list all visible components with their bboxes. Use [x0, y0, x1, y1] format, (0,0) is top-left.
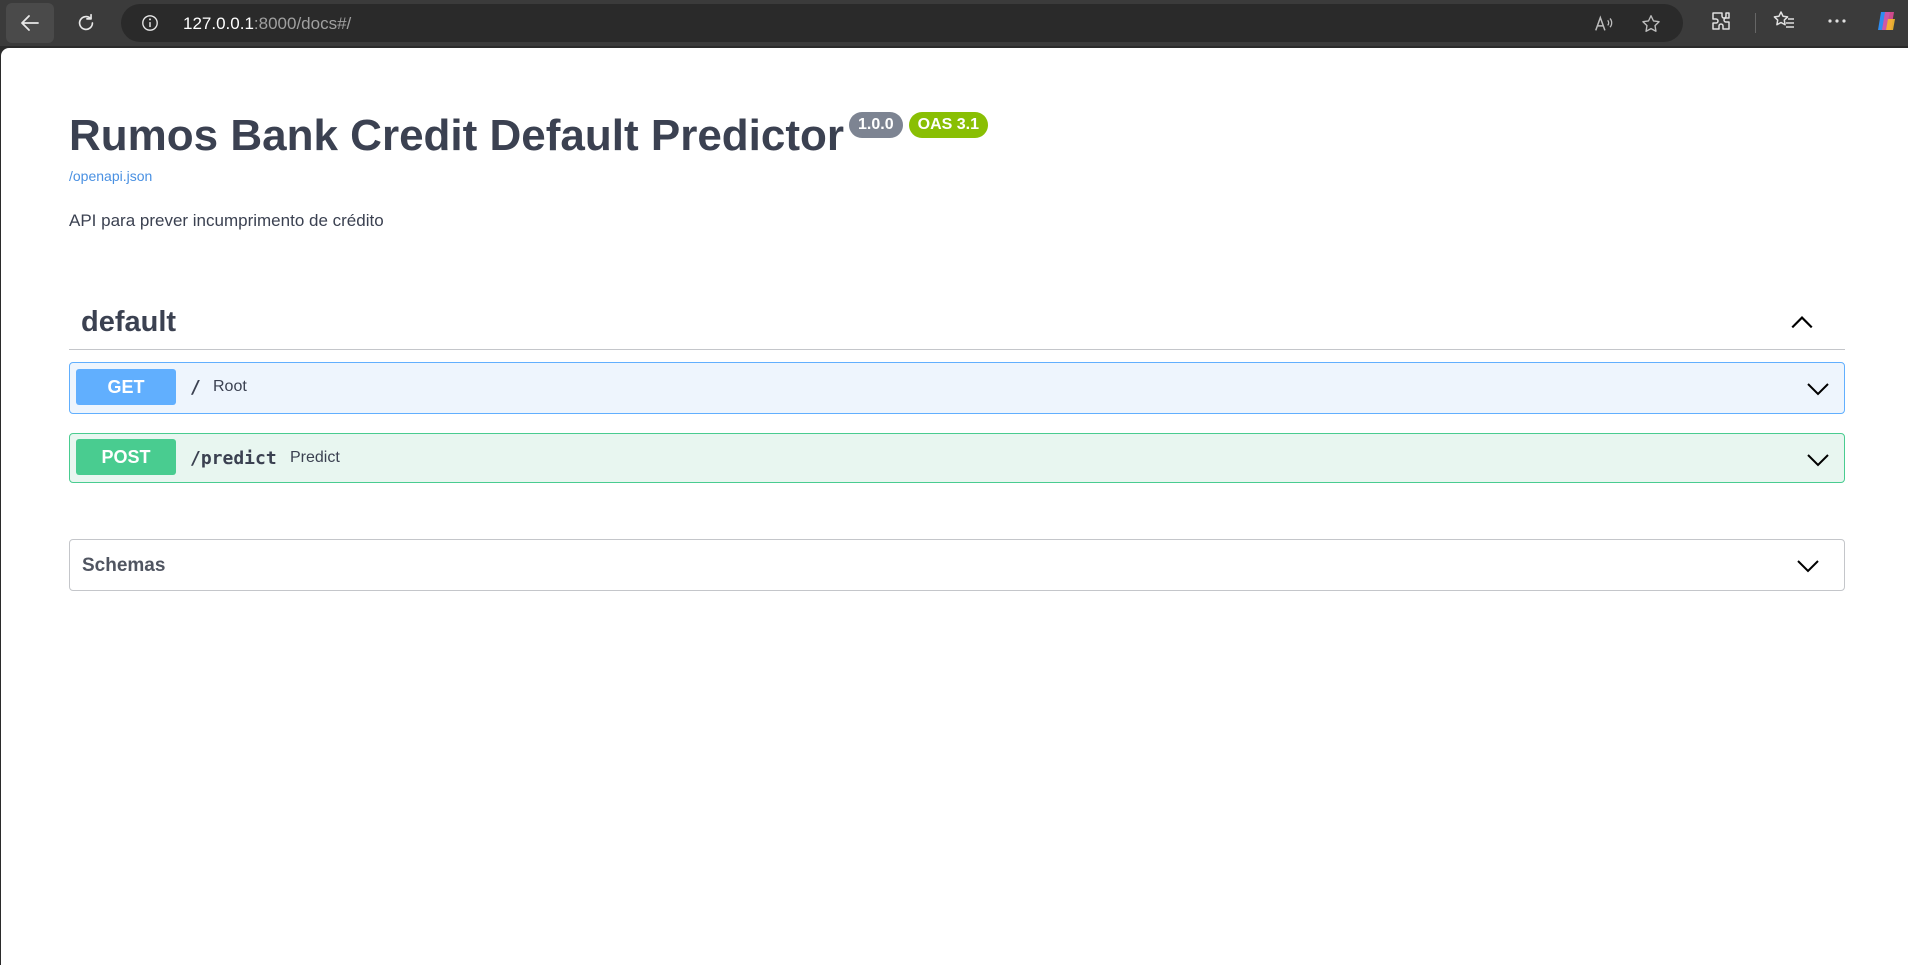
api-description: API para prever incumprimento de crédito — [69, 211, 384, 230]
reload-button[interactable] — [66, 3, 106, 43]
favorites-icon[interactable] — [1772, 9, 1796, 33]
reload-icon — [78, 13, 94, 31]
site-info-icon[interactable] — [141, 14, 159, 32]
oas-badge: OAS 3.1 — [908, 112, 988, 138]
schemas-section[interactable]: Schemas — [69, 539, 1845, 591]
chevron-down-icon[interactable] — [1806, 377, 1830, 401]
operation-get-root[interactable]: GET / Root — [69, 362, 1845, 414]
copilot-icon[interactable] — [1874, 9, 1898, 33]
schemas-title: Schemas — [82, 555, 166, 576]
back-button[interactable] — [6, 3, 54, 43]
toolbar-separator — [1755, 13, 1756, 33]
chevron-down-icon[interactable] — [1806, 448, 1830, 472]
chevron-down-icon[interactable] — [1796, 554, 1820, 578]
favorite-star-icon[interactable] — [1640, 13, 1662, 35]
address-bar[interactable]: 127.0.0.1:8000/docs#/ — [121, 4, 1683, 42]
url-text[interactable]: 127.0.0.1:8000/docs#/ — [183, 14, 351, 34]
openapi-json-link[interactable]: /openapi.json — [69, 168, 152, 184]
operation-path: /predict — [190, 448, 277, 469]
tag-title: default — [81, 306, 177, 338]
chevron-up-icon[interactable] — [1789, 310, 1815, 336]
method-badge-get: GET — [76, 369, 176, 405]
info-header: Rumos Bank Credit Default Predictor 1.0.… — [69, 108, 988, 163]
method-badge-post: POST — [76, 439, 176, 475]
back-arrow-icon — [21, 15, 39, 31]
tag-section-header[interactable]: default — [69, 298, 1845, 350]
url-path: :8000/docs#/ — [253, 14, 352, 33]
read-aloud-icon[interactable] — [1593, 13, 1615, 35]
page-viewport: Rumos Bank Credit Default Predictor 1.0.… — [1, 48, 1908, 965]
extensions-icon[interactable] — [1709, 9, 1733, 33]
version-badge: 1.0.0 — [849, 112, 903, 138]
url-host: 127.0.0.1 — [183, 14, 254, 33]
page-title: Rumos Bank Credit Default Predictor — [69, 111, 845, 160]
more-icon[interactable] — [1825, 9, 1849, 33]
browser-toolbar: 127.0.0.1:8000/docs#/ — [0, 0, 1908, 46]
operation-path: / — [190, 377, 201, 398]
operation-post-predict[interactable]: POST /predict Predict — [69, 433, 1845, 483]
operation-summary: Root — [213, 378, 247, 395]
operation-summary: Predict — [290, 449, 340, 466]
